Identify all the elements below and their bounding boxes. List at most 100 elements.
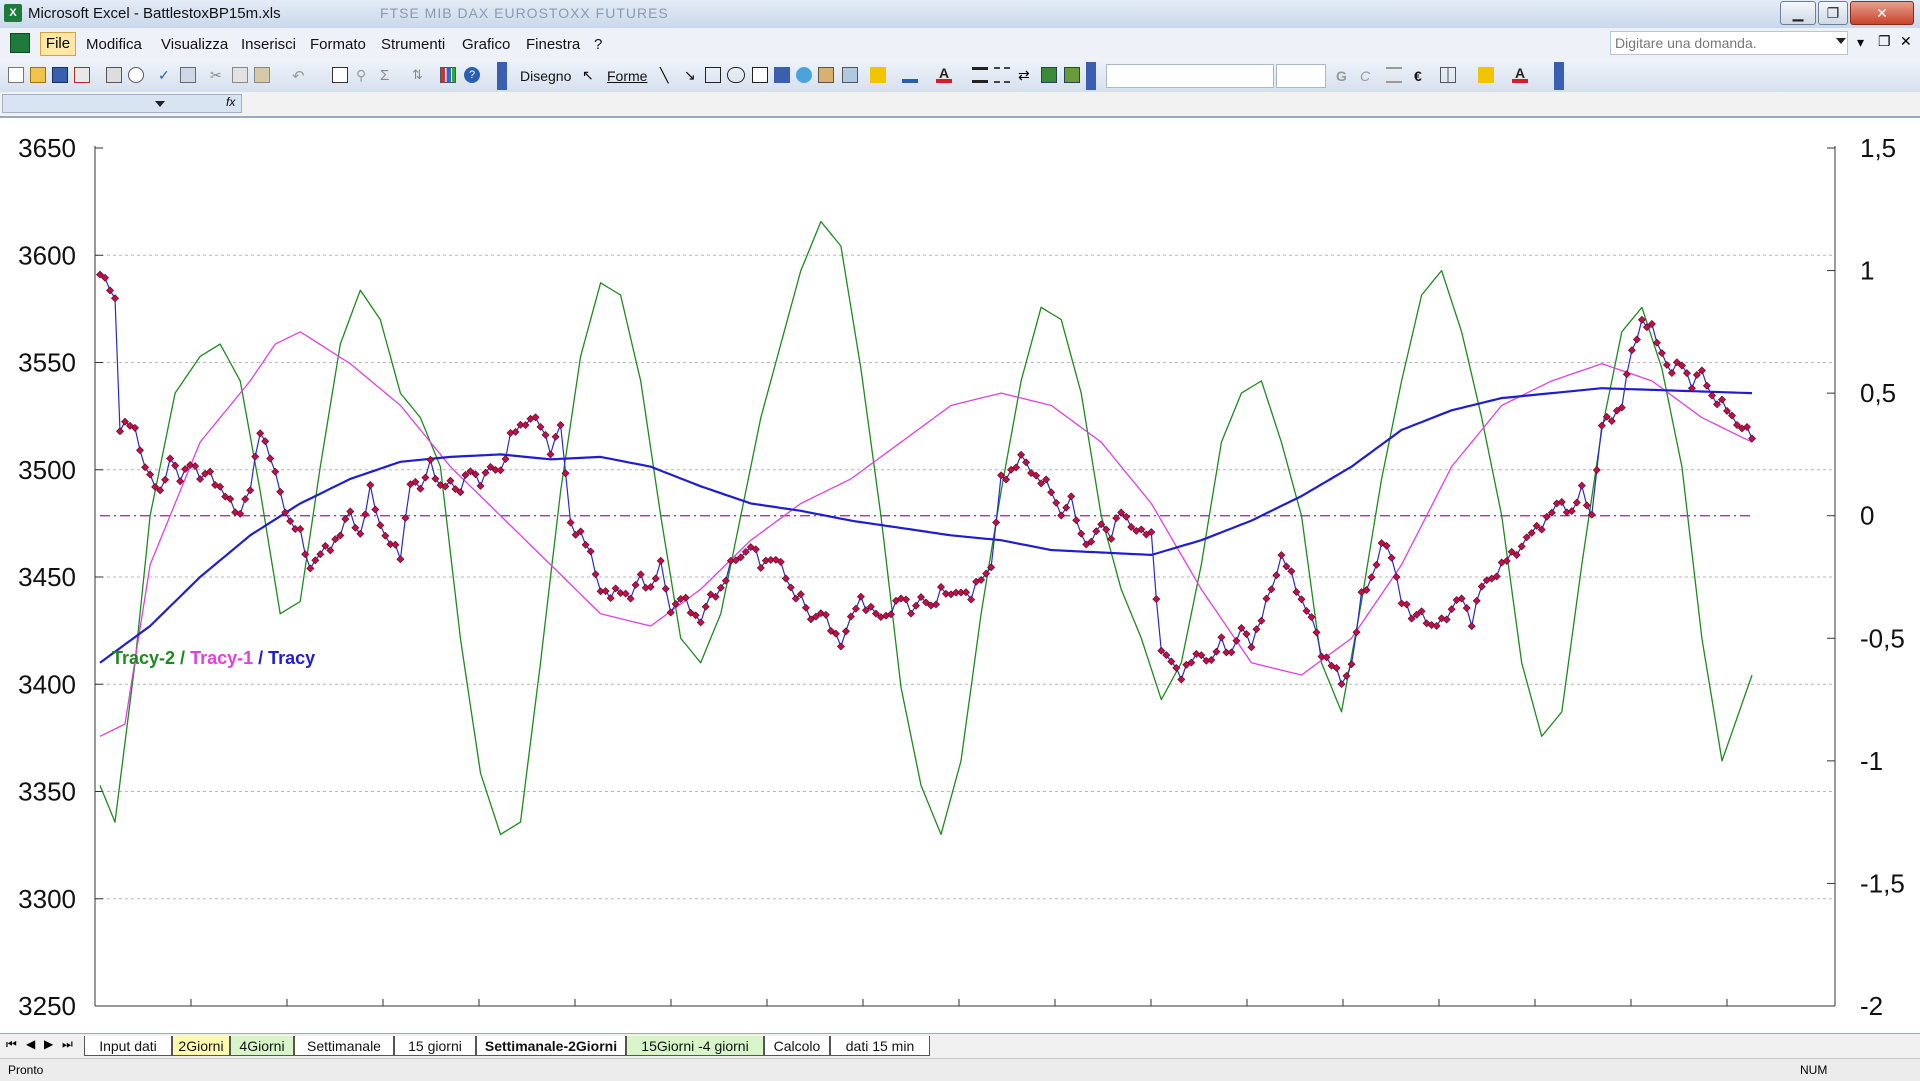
status-bar: Pronto NUM (0, 1058, 1920, 1081)
left-axis-tick-label: 3250 (18, 991, 76, 1021)
new-document-icon[interactable] (8, 67, 24, 83)
doc-close-icon[interactable]: ✕ (1900, 33, 1912, 50)
insert-function-icon[interactable]: fx (226, 95, 235, 109)
italic-button[interactable]: C (1360, 68, 1370, 84)
menu-file[interactable]: File (40, 32, 76, 56)
draw-options-icon[interactable] (1086, 62, 1096, 90)
toolbar-options-icon[interactable] (497, 62, 507, 90)
cell-font-color-icon[interactable]: A (1512, 66, 1528, 83)
sheet-tab-dati-15-min[interactable]: dati 15 min (830, 1036, 930, 1056)
prev-sheet-icon[interactable]: ◀ (26, 1037, 35, 1051)
title-bar: X Microsoft Excel - BattlestoxBP15m.xls … (0, 0, 1920, 29)
spelling-icon[interactable]: ✓ (158, 67, 174, 83)
undo-icon[interactable]: ↶ (292, 67, 308, 85)
menu-strumenti[interactable]: Strumenti (381, 36, 445, 53)
paste-icon[interactable] (254, 67, 270, 83)
open-folder-icon[interactable] (30, 67, 46, 83)
doc-minimize-icon[interactable]: ▾ (1857, 34, 1864, 51)
menu-inserisci[interactable]: Inserisci (241, 36, 296, 53)
first-sheet-icon[interactable]: ⏮ (6, 1037, 17, 1052)
wordart-icon[interactable] (774, 67, 790, 83)
font-name-combo[interactable] (1106, 64, 1274, 88)
autosum-icon[interactable]: Σ (380, 67, 396, 84)
sheet-tab-15-giorni[interactable]: 15 giorni (394, 1036, 476, 1056)
restore-button[interactable]: ❐ (1818, 1, 1848, 25)
borders-icon[interactable] (1440, 67, 1456, 83)
diagram-icon[interactable] (796, 67, 812, 83)
select-pointer-icon[interactable]: ↖ (582, 67, 598, 83)
last-sheet-icon[interactable]: ⏭ (62, 1037, 73, 1052)
sheet-tab-calcolo[interactable]: Calcolo (764, 1036, 830, 1056)
chart-object-icon[interactable] (332, 67, 348, 83)
line-color-icon[interactable] (902, 67, 918, 83)
workbook-icon[interactable] (10, 33, 30, 53)
clipart-icon[interactable] (818, 67, 834, 83)
doc-restore-icon[interactable]: ❐ (1878, 33, 1891, 50)
next-sheet-icon[interactable]: ▶ (44, 1037, 53, 1051)
rectangle-tool-icon[interactable] (705, 67, 721, 83)
chart-legend: Tracy-2 / Tracy-1 / Tracy (112, 648, 315, 668)
left-axis-tick-label: 3650 (18, 133, 76, 163)
copy-icon[interactable] (232, 67, 248, 83)
oval-tool-icon[interactable] (727, 67, 745, 83)
minimize-button[interactable]: ▁ (1780, 1, 1816, 25)
sheet-tab-bar: ⏮ ◀ ▶ ⏭ Input dati 2Giorni 4Giorni Settiman… (0, 1033, 1920, 1058)
name-box-dropdown-icon[interactable] (155, 101, 165, 107)
save-icon[interactable] (52, 67, 68, 83)
sort-icon[interactable]: ⇅ (412, 67, 428, 83)
close-button[interactable]: ✕ (1850, 1, 1914, 25)
sheet-tab-15giorni-4-giorni[interactable]: 15Giorni -4 giorni (626, 1036, 764, 1056)
dash-style-icon[interactable] (994, 67, 1010, 83)
font-color-icon[interactable]: A (936, 66, 952, 83)
permission-icon[interactable] (74, 67, 90, 83)
fill-color-icon[interactable] (870, 67, 886, 83)
status-text: Pronto (8, 1063, 44, 1077)
format-options-icon[interactable] (1554, 62, 1564, 90)
name-box[interactable] (2, 94, 242, 113)
line-tool-icon[interactable]: ╲ (660, 67, 676, 83)
sheet-tab-2giorni[interactable]: 2Giorni (172, 1036, 230, 1056)
3d-style-icon[interactable] (1064, 67, 1080, 83)
menu-modifica[interactable]: Modifica (86, 36, 142, 53)
right-axis-tick-label: 0,5 (1860, 378, 1896, 408)
help-dropdown-icon[interactable] (1836, 38, 1846, 44)
print-preview-icon[interactable] (128, 67, 144, 83)
right-axis-tick-label: -2 (1860, 991, 1883, 1021)
toolbar: ✓ ✂ ↶ ⚲ Σ ⇅ ? Disegno ↖ Forme ╲ ↘ A ⇄ G … (0, 60, 1920, 93)
picture-icon[interactable] (842, 67, 858, 83)
chart-area[interactable]: 3650 3600 3550 3500 3450 3400 3350 3300 3250 1,5 1… (0, 118, 1920, 1032)
textbox-tool-icon[interactable] (752, 67, 768, 83)
menu-finestra[interactable]: Finestra (526, 36, 580, 53)
align-icon[interactable] (1386, 67, 1402, 83)
menu-formato[interactable]: Formato (310, 36, 366, 53)
menu-bar: File Modifica Visualizza Inserisci Forma… (0, 28, 1920, 61)
menu-visualizza[interactable]: Visualizza (161, 36, 228, 53)
sheet-tab-settimanale[interactable]: Settimanale (294, 1036, 394, 1056)
hyperlink-icon[interactable]: ⚲ (356, 67, 372, 83)
print-icon[interactable] (106, 67, 122, 83)
excel-app-icon[interactable]: X (4, 4, 22, 22)
left-axis-tick-label: 3500 (18, 455, 76, 485)
shapes-menu-button[interactable]: Forme (607, 68, 647, 84)
help-search-input[interactable]: Digitare una domanda. (1610, 31, 1848, 55)
line-style-icon[interactable] (972, 67, 988, 83)
sheet-tab-4giorni[interactable]: 4Giorni (230, 1036, 294, 1056)
euro-format-button[interactable]: € (1414, 68, 1422, 84)
draw-menu-button[interactable]: Disegno (520, 68, 571, 84)
font-size-combo[interactable] (1276, 64, 1326, 88)
cut-icon[interactable]: ✂ (210, 67, 226, 83)
sheet-tab-input-dati[interactable]: Input dati (84, 1036, 172, 1056)
shadow-style-icon[interactable] (1041, 67, 1057, 83)
help-icon[interactable]: ? (464, 67, 480, 83)
menu-help[interactable]: ? (594, 36, 602, 53)
research-icon[interactable] (180, 67, 196, 83)
chart-wizard-icon[interactable] (440, 67, 456, 83)
arrow-tool-icon[interactable]: ↘ (684, 67, 700, 83)
cell-fill-icon[interactable] (1478, 67, 1494, 83)
right-axis-tick-label: 0 (1860, 501, 1874, 531)
arrow-style-icon[interactable]: ⇄ (1018, 67, 1034, 83)
menu-grafico[interactable]: Grafico (462, 36, 510, 53)
right-axis-tick-label: 1,5 (1860, 133, 1896, 163)
sheet-tab-settimanale-2giorni[interactable]: Settimanale-2Giorni (476, 1036, 626, 1056)
bold-button[interactable]: G (1336, 68, 1347, 84)
